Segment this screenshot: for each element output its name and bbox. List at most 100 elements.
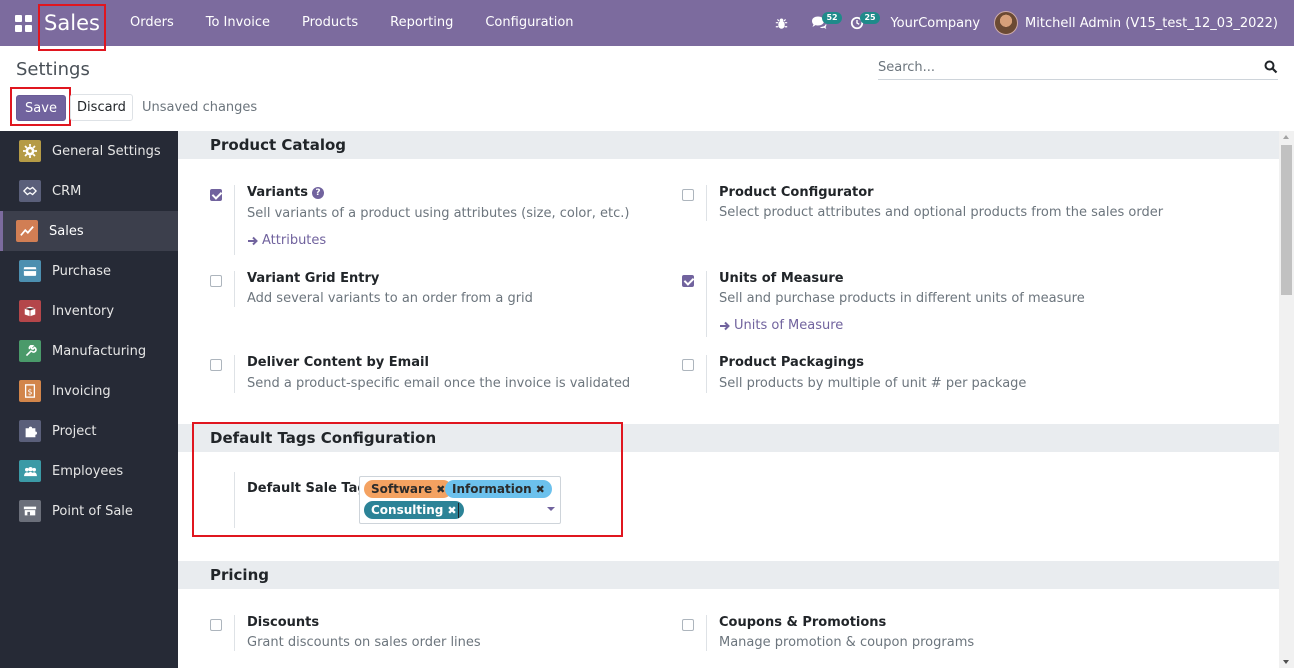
setting-description: Add several variants to an order from a …: [247, 291, 533, 306]
sidebar-item-label: Project: [52, 423, 97, 439]
menu-orders[interactable]: Orders: [114, 0, 190, 46]
menu-configuration[interactable]: Configuration: [469, 0, 589, 46]
scroll-down-icon[interactable]: [1283, 660, 1289, 664]
sidebar-item-label: Inventory: [52, 303, 115, 319]
setting-description: Sell and purchase products in different …: [719, 291, 1085, 306]
settings-sidebar: General Settings CRM Sales Purchase Inve…: [0, 131, 178, 668]
sidebar-item-point-of-sale[interactable]: Point of Sale: [0, 491, 178, 531]
sidebar-item-sales[interactable]: Sales: [0, 211, 178, 251]
top-navbar: Orders To Invoice Products Reporting Con…: [0, 0, 1294, 46]
dropdown-caret-icon[interactable]: [547, 507, 555, 511]
sidebar-item-label: General Settings: [52, 143, 161, 159]
tag-label: Consulting: [371, 503, 444, 517]
tags-divider: [234, 472, 235, 528]
inventory-box-icon: [19, 300, 41, 322]
setting-units-of-measure: Units of Measure Sell and purchase produ…: [682, 271, 1142, 337]
sidebar-item-general-settings[interactable]: General Settings: [0, 131, 178, 171]
discard-button[interactable]: Discard: [70, 94, 133, 121]
arrow-right-icon: [720, 321, 730, 330]
link-label: Units of Measure: [734, 318, 844, 333]
sales-chart-icon: [16, 220, 38, 242]
sidebar-item-purchase[interactable]: Purchase: [0, 251, 178, 291]
setting-title: Units of Measure: [719, 271, 844, 286]
coupons-checkbox[interactable]: [682, 619, 694, 631]
sidebar-item-label: Purchase: [52, 263, 112, 279]
setting-title: Product Packagings: [719, 355, 865, 370]
save-button[interactable]: Save: [16, 95, 66, 121]
messages-icon[interactable]: 52: [800, 0, 842, 46]
main-menu: Orders To Invoice Products Reporting Con…: [114, 0, 590, 46]
search-icon[interactable]: [1264, 60, 1278, 74]
text-cursor: [458, 503, 459, 518]
setting-description: Send a product-specific email once the i…: [247, 376, 631, 391]
setting-title: Coupons & Promotions: [719, 615, 887, 630]
sidebar-item-manufacturing[interactable]: Manufacturing: [0, 331, 178, 371]
attributes-link[interactable]: Attributes: [247, 233, 629, 248]
activities-clock-icon[interactable]: 25: [838, 0, 880, 46]
store-icon: [19, 500, 41, 522]
sidebar-item-label: Point of Sale: [52, 503, 133, 519]
scroll-up-icon[interactable]: [1283, 135, 1289, 139]
tag-information: Information ✖: [445, 480, 552, 498]
tag-software: Software ✖: [364, 480, 453, 498]
sidebar-item-label: Invoicing: [52, 383, 111, 399]
people-icon: [19, 460, 41, 482]
help-icon[interactable]: ?: [311, 187, 324, 199]
page-title: Settings: [16, 59, 90, 80]
setting-title: Variant Grid Entry: [247, 271, 380, 286]
settings-main: Product Catalog Variants? Sell variants …: [178, 131, 1279, 668]
sidebar-item-crm[interactable]: CRM: [0, 171, 178, 211]
setting-title: Product Configurator: [719, 185, 874, 200]
setting-deliver-content-by-email: Deliver Content by Email Send a product-…: [210, 355, 670, 393]
sidebar-item-employees[interactable]: Employees: [0, 451, 178, 491]
section-title-product-catalog: Product Catalog: [178, 131, 1279, 159]
bug-icon[interactable]: [762, 0, 800, 46]
main-scrollbar[interactable]: [1279, 131, 1294, 668]
setting-title: Variants: [247, 185, 308, 200]
scroll-thumb[interactable]: [1281, 145, 1292, 295]
remove-tag-icon[interactable]: ✖: [447, 504, 456, 517]
setting-description: Manage promotion & coupon programs: [719, 635, 975, 650]
sidebar-item-label: Manufacturing: [52, 343, 147, 359]
discounts-checkbox[interactable]: [210, 619, 222, 631]
default-sale-tags-label: Default Sale Tags: [247, 481, 375, 496]
remove-tag-icon[interactable]: ✖: [536, 483, 545, 496]
gear-icon: [19, 140, 41, 162]
user-name: Mitchell Admin (V15_test_12_03_2022): [1025, 15, 1278, 31]
user-menu[interactable]: Mitchell Admin (V15_test_12_03_2022): [994, 11, 1294, 35]
company-switcher[interactable]: YourCompany: [876, 16, 994, 31]
search-input[interactable]: [878, 59, 1264, 75]
link-label: Attributes: [262, 233, 327, 248]
setting-product-configurator: Product Configurator Select product attr…: [682, 185, 1163, 221]
product-configurator-checkbox[interactable]: [682, 189, 694, 201]
deliver-content-checkbox[interactable]: [210, 359, 222, 371]
product-packagings-checkbox[interactable]: [682, 359, 694, 371]
tag-consulting: Consulting ✖: [364, 501, 464, 519]
default-sale-tags-field[interactable]: Software ✖ Information ✖ Consulting ✖: [359, 476, 561, 524]
setting-coupons-promotions: Coupons & Promotions Manage promotion & …: [682, 615, 1142, 651]
menu-reporting[interactable]: Reporting: [374, 0, 469, 46]
setting-description: Select product attributes and optional p…: [719, 205, 1164, 220]
variants-checkbox[interactable]: [210, 189, 222, 201]
activities-count-badge: 25: [860, 12, 880, 24]
invoice-dollar-icon: $: [19, 380, 41, 402]
setting-description: Sell variants of a product using attribu…: [247, 206, 630, 221]
setting-title: Deliver Content by Email: [247, 355, 429, 370]
sidebar-item-inventory[interactable]: Inventory: [0, 291, 178, 331]
sidebar-item-invoicing[interactable]: $ Invoicing: [0, 371, 178, 411]
menu-products[interactable]: Products: [286, 0, 374, 46]
menu-to-invoice[interactable]: To Invoice: [190, 0, 286, 46]
purchase-card-icon: [19, 260, 41, 282]
unsaved-status: Unsaved changes: [142, 100, 258, 115]
units-of-measure-link[interactable]: Units of Measure: [719, 318, 1085, 333]
variant-grid-entry-checkbox[interactable]: [210, 275, 222, 287]
sidebar-item-label: CRM: [52, 183, 82, 199]
sidebar-item-label: Employees: [52, 463, 124, 479]
tag-label: Software: [371, 482, 433, 496]
units-of-measure-checkbox[interactable]: [682, 275, 694, 287]
sidebar-item-project[interactable]: Project: [0, 411, 178, 451]
app-name[interactable]: Sales: [38, 4, 106, 51]
remove-tag-icon[interactable]: ✖: [436, 483, 445, 496]
setting-product-packagings: Product Packagings Sell products by mult…: [682, 355, 1142, 393]
setting-variant-grid-entry: Variant Grid Entry Add several variants …: [210, 271, 670, 307]
